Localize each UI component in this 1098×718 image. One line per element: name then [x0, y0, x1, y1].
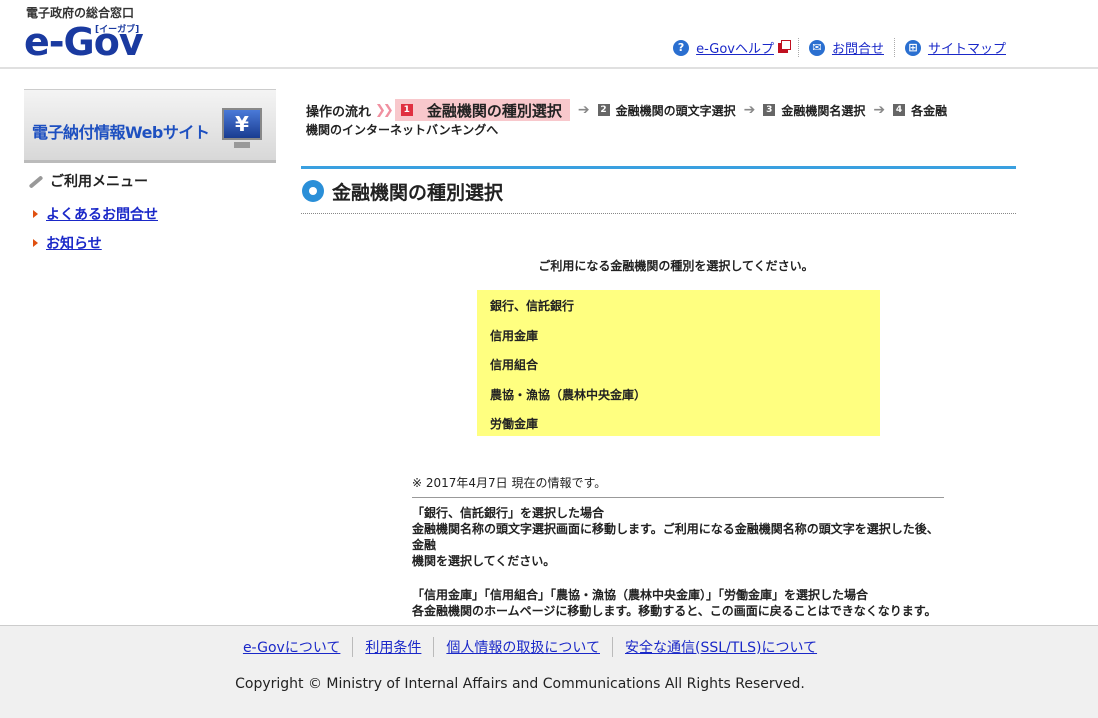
- double-chevron-icon: ❯❯: [375, 102, 394, 118]
- monitor-stand: [234, 142, 250, 148]
- note-bank-line2: 機関を選択してください。: [412, 554, 556, 568]
- menu-title-label: ご利用メニュー: [50, 174, 148, 190]
- flow-step-3: 3 金融機関名選択: [763, 102, 865, 119]
- step-label-3: 金融機関名選択: [781, 103, 866, 118]
- arrow-right-icon: ➔: [743, 102, 756, 118]
- logo-kana: [イーガブ]: [95, 25, 140, 35]
- choice-ja-jf[interactable]: 農協・漁協（農林中央金庫）: [477, 380, 880, 410]
- step-number-4: 4: [893, 104, 906, 116]
- flow-step-1: 1 金融機関の種別選択: [394, 99, 570, 121]
- step-number-1: 1: [400, 104, 413, 116]
- menu-list: よくあるお問合せ お知らせ: [24, 199, 276, 257]
- site-banner[interactable]: 電子納付情報Webサイト ¥: [24, 89, 276, 163]
- notes-section: ※ 2017年4月7日 現在の情報です。 「銀行、信託銀行」を選択した場合 金融…: [412, 474, 944, 619]
- copyright: Copyright © Ministry of Internal Affairs…: [235, 676, 805, 692]
- note-bank-title: 「銀行、信託銀行」を選択した場合: [412, 506, 605, 520]
- menu-item-faq: よくあるお問合せ: [24, 199, 276, 228]
- step-label-1: 金融機関の種別選択: [426, 101, 562, 120]
- choice-bank[interactable]: 銀行、信託銀行: [477, 291, 880, 321]
- help-icon: ?: [673, 39, 690, 56]
- step-label-4: 各金融: [911, 103, 948, 118]
- flow-continuation: 機関のインターネットバンキングへ: [306, 123, 499, 137]
- sidebar: 電子納付情報Webサイト ¥ ご利用メニュー よくあるお問合せ お知らせ: [24, 89, 276, 257]
- menu-item-news: お知らせ: [24, 228, 276, 257]
- faq-link[interactable]: よくあるお問合せ: [46, 204, 158, 224]
- note-other-line1: 各金融機関のホームページに移動します。移動すると、この画面に戻ることはできなくな…: [412, 604, 937, 618]
- operation-flow: 操作の流れ ❯❯ 1 金融機関の種別選択 ➔ 2 金融機関の頭文字選択 ➔ 3 …: [301, 99, 1016, 145]
- sitemap-icon: ⊞: [904, 39, 921, 56]
- news-link[interactable]: お知らせ: [46, 233, 102, 253]
- pen-icon: [26, 173, 44, 189]
- circle-bullet-icon: [302, 180, 324, 202]
- note-bank-line1: 金融機関名称の頭文字選択画面に移動します。ご利用になる金融機関名称の頭文字を選択…: [412, 522, 939, 552]
- footer-ssl-link[interactable]: 安全な通信(SSL/TLS)について: [612, 637, 829, 657]
- site-header: 電子政府の総合窓口 e-Gov [イーガブ] ? e-Govヘルプ ✉ お問合せ…: [0, 0, 1098, 69]
- choice-shinkin[interactable]: 信用金庫: [477, 321, 880, 351]
- footer-privacy-link[interactable]: 個人情報の取扱について: [433, 637, 612, 657]
- footer-about-link[interactable]: e-Govについて: [231, 637, 352, 657]
- page-title-bar: 金融機関の種別選択: [301, 166, 1016, 214]
- contact-link-item: ✉ お問合せ: [797, 38, 894, 57]
- help-link[interactable]: e-Govヘルプ: [696, 38, 774, 57]
- page-title: 金融機関の種別選択: [332, 181, 504, 204]
- external-window-icon: [777, 39, 791, 53]
- header-links: ? e-Govヘルプ ✉ お問合せ ⊞ サイトマップ: [663, 38, 1016, 57]
- arrow-right-icon: ➔: [873, 102, 886, 118]
- sitemap-link[interactable]: サイトマップ: [928, 38, 1006, 57]
- contact-link[interactable]: お問合せ: [832, 38, 884, 57]
- logo-subtitle: 電子政府の総合窓口: [26, 6, 135, 20]
- arrow-right-icon: ➔: [577, 102, 590, 118]
- info-date: ※ 2017年4月7日 現在の情報です。: [412, 474, 944, 498]
- choice-labour-bank[interactable]: 労働金庫: [477, 409, 880, 439]
- step-number-3: 3: [763, 104, 776, 116]
- yen-monitor-icon: ¥: [222, 108, 262, 140]
- choice-credit-union[interactable]: 信用組合: [477, 350, 880, 380]
- site-footer: e-Govについて 利用条件 個人情報の取扱について 安全な通信(SSL/TLS…: [0, 625, 1098, 718]
- note-other-title: 「信用金庫」「信用組合」「農協・漁協（農林中央金庫）」「労働金庫」を選択した場合: [412, 588, 869, 602]
- menu-title: ご利用メニュー: [24, 171, 276, 191]
- help-link-item: ? e-Govヘルプ: [663, 38, 798, 57]
- mail-icon: ✉: [808, 39, 825, 56]
- triangle-right-icon: [33, 238, 38, 247]
- main-content: 操作の流れ ❯❯ 1 金融機関の種別選択 ➔ 2 金融機関の頭文字選択 ➔ 3 …: [301, 99, 1016, 618]
- step-number-2: 2: [597, 104, 610, 116]
- flow-step-4: 4 各金融: [893, 102, 947, 119]
- banner-title: 電子納付情報Webサイト: [32, 123, 210, 142]
- footer-links: e-Govについて 利用条件 個人情報の取扱について 安全な通信(SSL/TLS…: [0, 637, 1060, 657]
- sitemap-link-item: ⊞ サイトマップ: [893, 38, 1016, 57]
- institution-type-list: 銀行、信託銀行 信用金庫 信用組合 農協・漁協（農林中央金庫） 労働金庫: [477, 290, 880, 436]
- triangle-right-icon: [33, 209, 38, 218]
- note-bank: 「銀行、信託銀行」を選択した場合 金融機関名称の頭文字選択画面に移動します。ご利…: [412, 505, 944, 619]
- step-label-2: 金融機関の頭文字選択: [615, 103, 736, 118]
- instruction-text: ご利用になる金融機関の種別を選択してください。: [538, 259, 814, 273]
- footer-terms-link[interactable]: 利用条件: [352, 637, 433, 657]
- flow-label: 操作の流れ: [306, 104, 372, 120]
- flow-step-2: 2 金融機関の頭文字選択: [597, 102, 736, 119]
